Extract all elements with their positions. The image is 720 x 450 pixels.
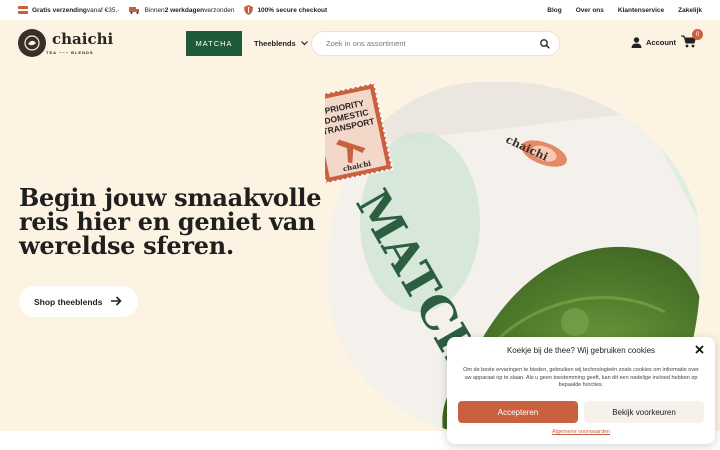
link-blog[interactable]: Blog [547,7,561,14]
truck-icon [129,6,140,14]
shield-icon [244,5,254,15]
usp-free-shipping-rest: vanaf €35,- [86,6,120,14]
usp-free-shipping: Gratis verzending vanaf €35,- [18,6,119,14]
search-icon[interactable] [540,39,550,49]
cookie-consent-dialog: Koekje bij de thee? Wij gebruiken cookie… [447,337,715,444]
main-header: chaichi TEA ~~~ BLENDS MATCHA Theeblends… [0,20,720,68]
search-input[interactable] [326,39,526,48]
top-bar: Gratis verzending vanaf €35,- Binnen 2 w… [0,0,720,20]
account-button[interactable]: Account [631,37,676,48]
hero-title: Begin jouw smaakvolle reis hier en genie… [19,183,322,260]
matcha-nav-button[interactable]: MATCHA [186,31,242,56]
logo-text: chaichi [52,30,114,48]
usp-delivery: Binnen 2 werkdagen verzonden [129,6,234,14]
usp-delivery-bold: 2 werkdagen [164,6,205,14]
terms-link[interactable]: Algemene voorwaarden [447,429,715,435]
priority-stamp: PRIORITY DOMESTIC TRANSPORT chaichi [306,81,394,185]
chevron-down-icon [300,41,308,46]
top-links: Blog Over ons Klantenservice Zakelijk [547,7,702,14]
accept-cookies-button[interactable]: Accepteren [458,401,578,423]
theeblends-label: Theeblends [254,39,296,48]
logo-subtext: TEA ~~~ BLENDS [46,50,94,55]
arrow-right-icon [111,296,122,306]
user-icon [631,37,642,48]
usp-delivery-lite: Binnen [144,6,165,14]
search-bar [311,31,560,56]
usp-free-shipping-bold: Gratis verzending [32,6,87,14]
link-zakelijk[interactable]: Zakelijk [678,7,702,14]
cookie-title: Koekje bij de thee? Wij gebruiken cookie… [506,346,656,355]
usp-secure-checkout-text: 100% secure checkout [257,6,328,14]
logo[interactable]: chaichi TEA ~~~ BLENDS [18,29,113,57]
link-over-ons[interactable]: Over ons [576,7,604,14]
cart-button[interactable]: 0 [681,29,703,53]
account-label: Account [646,38,676,47]
close-icon[interactable] [695,345,704,354]
logo-mark-icon [18,29,46,57]
usp-delivery-rest: verzonden [204,6,235,14]
flag-icon [18,6,28,14]
shop-theeblends-button[interactable]: Shop theeblends [19,286,138,317]
shop-theeblends-label: Shop theeblends [34,296,103,307]
theeblends-menu-button[interactable]: Theeblends [254,31,308,56]
cookie-body-text: Om de beste ervaringen te bieden, gebrui… [463,367,699,389]
cart-count-badge: 0 [692,29,703,40]
view-preferences-button[interactable]: Bekijk voorkeuren [584,401,704,423]
usp-secure-checkout: 100% secure checkout [244,5,327,15]
link-klantenservice[interactable]: Klantenservice [618,7,664,14]
